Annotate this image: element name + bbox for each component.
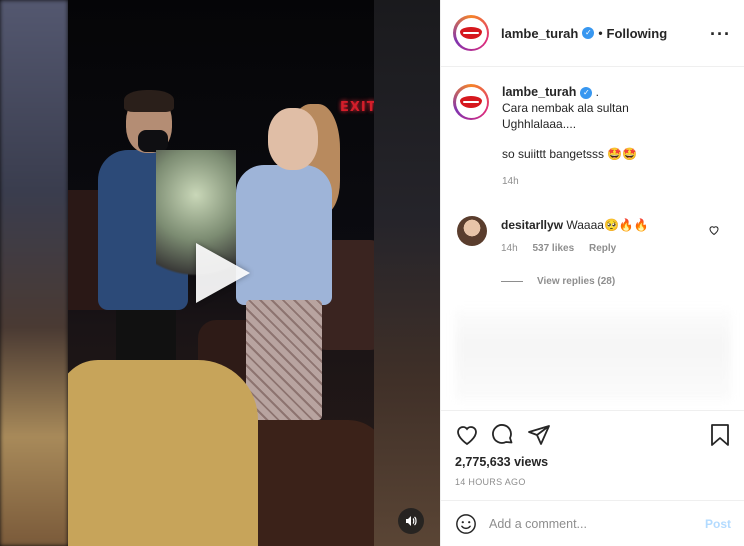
view-replies-label: View replies (28) [537, 276, 616, 287]
avatar[interactable] [453, 84, 489, 120]
more-options-icon[interactable]: ··· [710, 24, 731, 45]
caption-text: Cara nembak ala sultan Ughhlalaaa.... [502, 101, 629, 131]
loading-comments-placeholder [455, 310, 731, 400]
comment-likes[interactable]: 537 likes [532, 243, 574, 254]
comment-timestamp[interactable]: 14h [501, 243, 518, 254]
comment-item: desitarllyw Waaaa🥺🔥🔥 14h 537 likes Reply [457, 216, 737, 258]
add-comment-bar: Add a comment... Post [441, 500, 744, 546]
verified-icon: ✓ [580, 86, 593, 99]
reply-button[interactable]: Reply [589, 243, 616, 254]
post-comment-button[interactable]: Post [705, 517, 731, 531]
comment-username[interactable]: desitarllyw [501, 218, 563, 232]
heart-icon[interactable] [455, 423, 479, 447]
sound-toggle-button[interactable] [398, 508, 424, 534]
post-actions: 2,775,633 views 14 HOURS AGO Add a comme… [441, 410, 744, 546]
avatar[interactable] [457, 216, 487, 246]
comment-icon[interactable] [491, 423, 515, 447]
emoji-icon[interactable] [455, 513, 477, 535]
woman-figure [246, 300, 322, 420]
caption-username[interactable]: lambe_turah [502, 85, 576, 99]
exit-sign: EXIT [340, 100, 374, 115]
view-replies-button[interactable]: View replies (28) [501, 276, 615, 287]
face-mask [138, 130, 168, 152]
woman-figure [268, 108, 318, 170]
post-header: lambe_turah ✓ • Following ··· [441, 0, 744, 67]
woman-figure [236, 165, 332, 305]
video-blur-right [374, 0, 440, 546]
speaker-icon [406, 516, 417, 526]
verified-icon: ✓ [582, 27, 595, 39]
lips-logo-icon [460, 27, 482, 39]
man-figure [124, 90, 174, 112]
avatar[interactable] [453, 15, 489, 51]
post-caption: lambe_turah ✓ . Cara nembak ala sultan Ug… [453, 84, 733, 190]
bookmark-icon[interactable] [709, 423, 731, 447]
view-count[interactable]: 2,775,633 views [455, 455, 548, 469]
header-username[interactable]: lambe_turah [501, 26, 578, 41]
video-player[interactable]: EXIT [0, 0, 440, 546]
like-comment-heart-icon[interactable] [708, 224, 720, 236]
caption-timestamp[interactable]: 14h [502, 174, 637, 190]
comment-input[interactable]: Add a comment... [489, 517, 705, 531]
play-icon[interactable] [196, 243, 250, 303]
post-timestamp[interactable]: 14 HOURS AGO [455, 477, 526, 487]
separator-dot: • [598, 26, 603, 40]
comment-text: Waaaa🥺🔥🔥 [566, 218, 649, 232]
lips-logo-icon [460, 96, 482, 108]
caption-suffix: . [592, 85, 600, 99]
post-panel: lambe_turah ✓ • Following ··· lambe_tura… [440, 0, 744, 546]
video-blur-left [0, 0, 68, 546]
caption-text-2: so suiittt bangetsss 🤩🤩 [502, 147, 638, 161]
divider-line [501, 281, 523, 282]
sofa [68, 360, 258, 546]
share-icon[interactable] [527, 423, 551, 447]
following-button[interactable]: Following [607, 26, 668, 41]
